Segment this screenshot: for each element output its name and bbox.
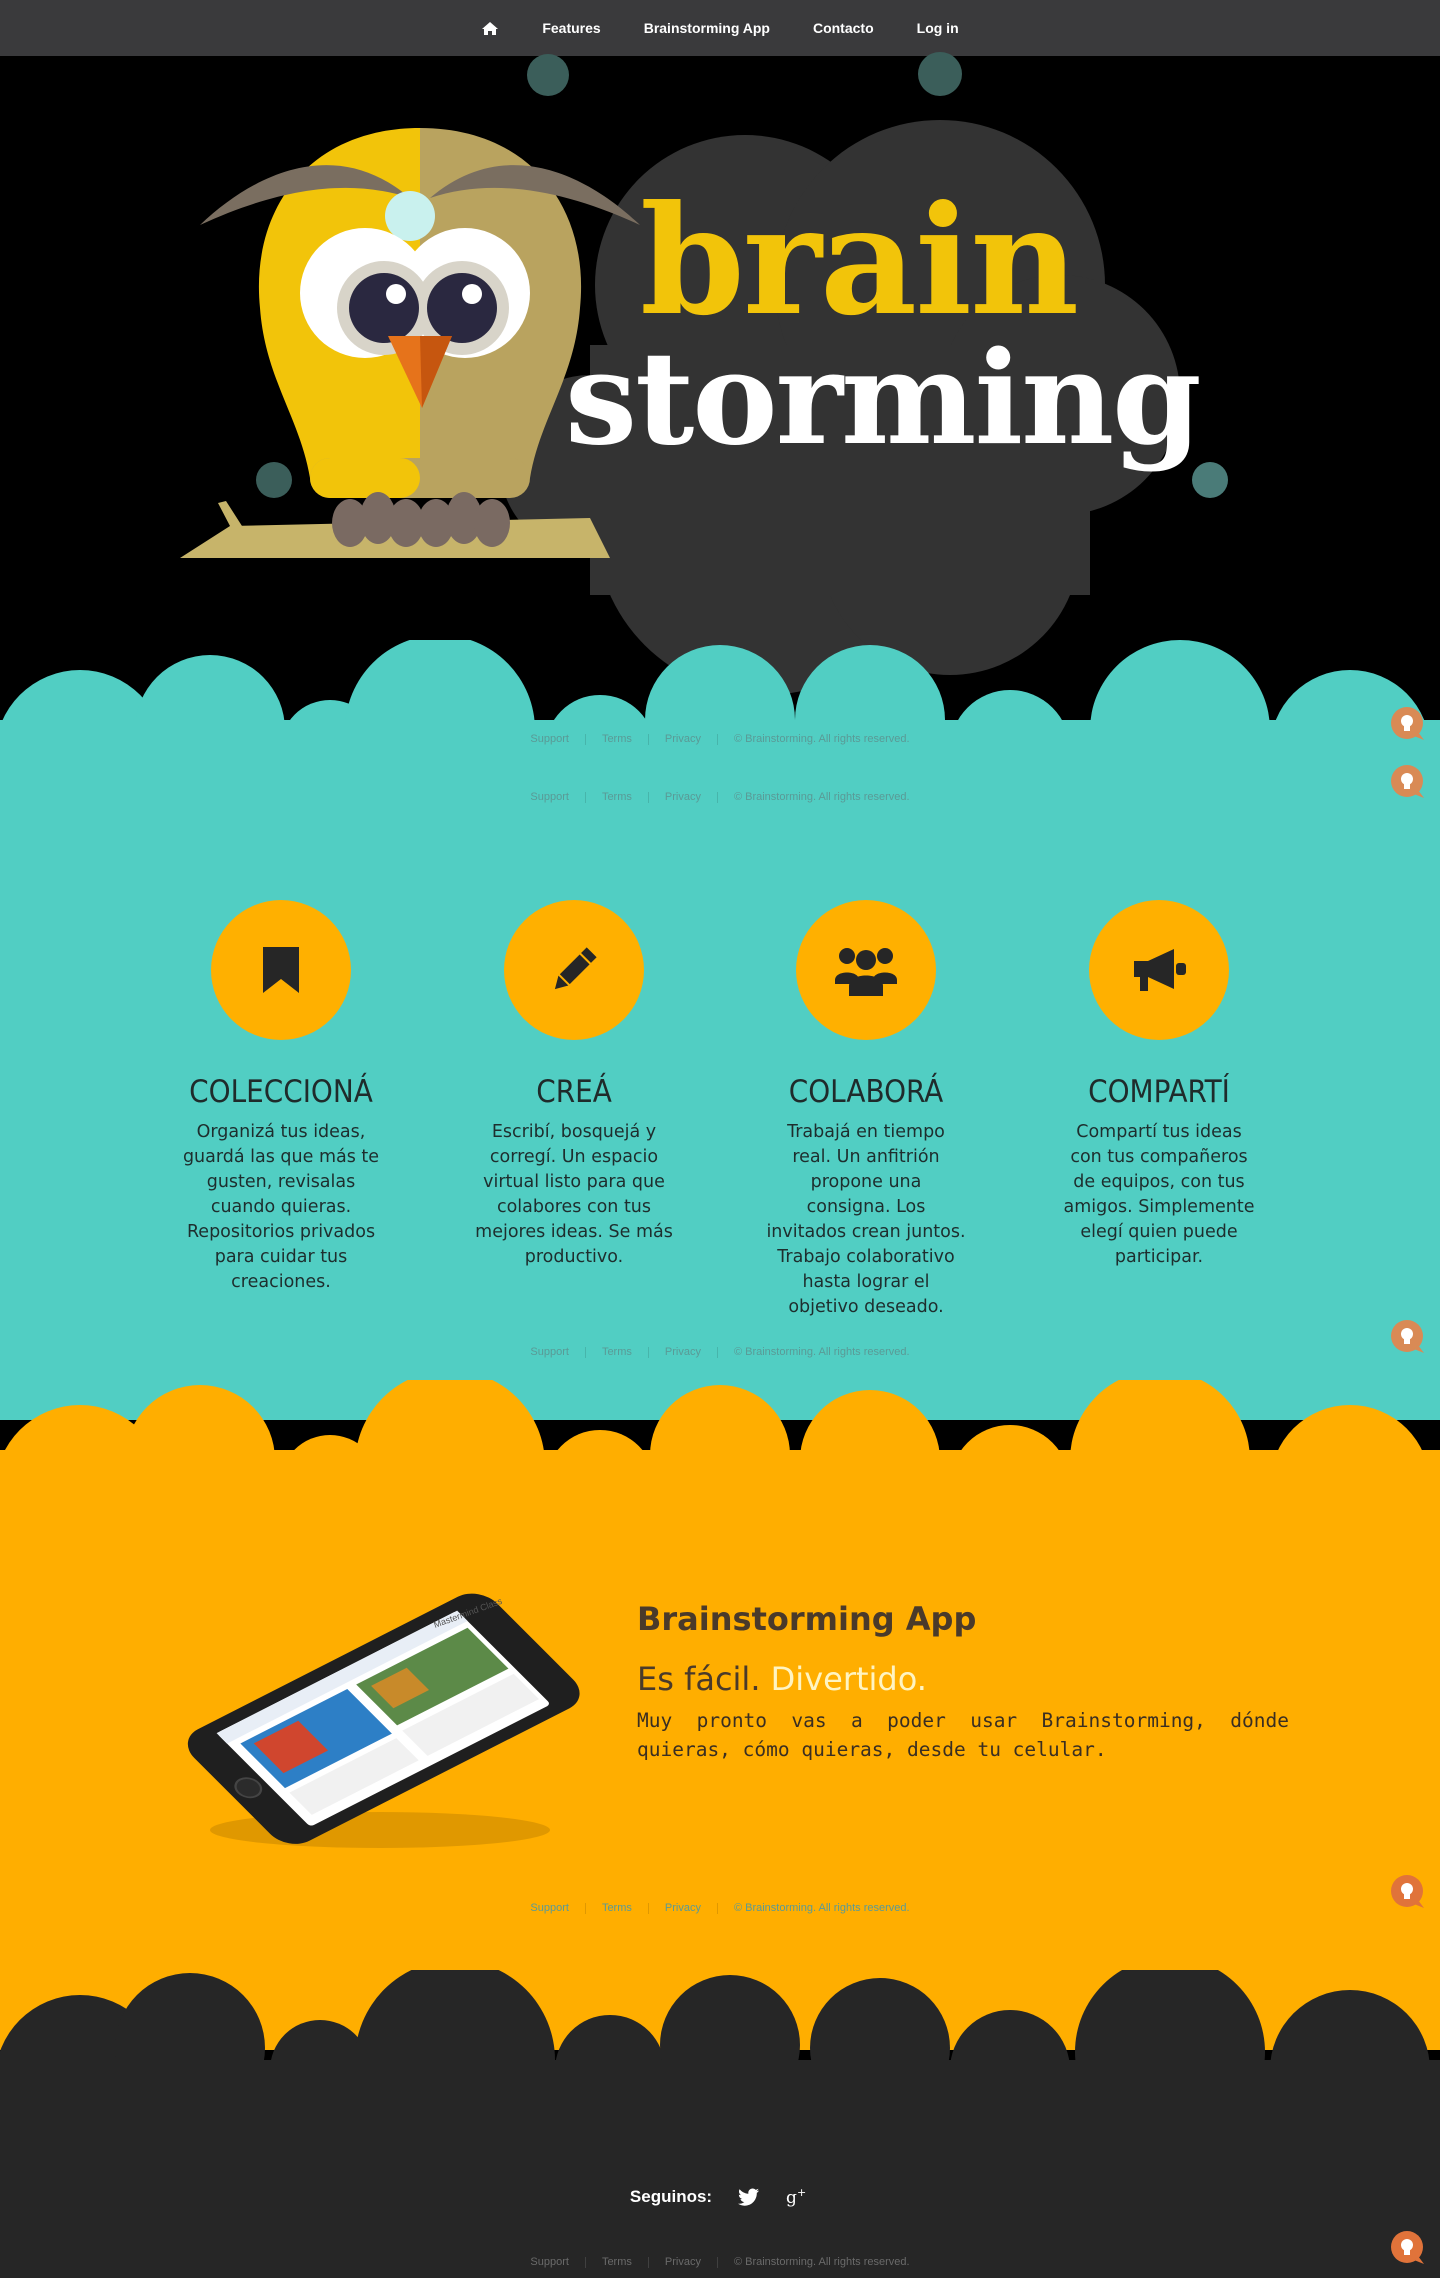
megaphone-icon [1134, 949, 1186, 991]
nav-contacto[interactable]: Contacto [813, 20, 874, 36]
nav-brainstorming-app[interactable]: Brainstorming App [644, 20, 770, 36]
privacy-link[interactable]: Privacy [665, 1346, 701, 1358]
support-link[interactable]: Support [530, 791, 569, 803]
lightbulb-icon[interactable] [1390, 1874, 1426, 1910]
footer-links: Support Terms Privacy © Brainstorming. All … [0, 1346, 1440, 1358]
feature-text: Trabajá en tiempo real. Un anfitrión pro… [766, 1122, 966, 1317]
terms-link[interactable]: Terms [602, 791, 632, 803]
copyright-text: © Brainstorming. All rights reserved. [733, 2256, 910, 2268]
app-subtitle-plain: Es fácil. [637, 1660, 761, 1698]
lightbulb-icon[interactable] [1390, 706, 1426, 742]
feature-title: CREÁ [536, 1074, 612, 1110]
follow-label: Seguinos: [629, 2187, 713, 2206]
footer-links: Support Terms Privacy © Brainstorming. All … [0, 733, 1440, 745]
decor-dot [527, 54, 569, 96]
privacy-link[interactable]: Privacy [665, 2256, 701, 2268]
feature-comparti: COMPARTÍ Compartí tus ideas con tus comp… [1049, 900, 1269, 1270]
app-description: Muy pronto vas a poder usar Brainstormin… [637, 1709, 1289, 1761]
support-link[interactable]: Support [530, 2256, 569, 2268]
feature-title: COLECCIONÁ [189, 1074, 373, 1110]
feature-icon-circle [211, 900, 351, 1040]
feature-colabora: COLABORÁ Trabajá en tiempo real. Un anfi… [756, 900, 976, 1320]
terms-link[interactable]: Terms [602, 2256, 632, 2268]
footer-links: Support Terms Privacy © Brainstorming. All … [0, 1902, 1440, 1914]
feature-icon-circle [1089, 900, 1229, 1040]
feature-title: COLABORÁ [788, 1074, 944, 1110]
privacy-link[interactable]: Privacy [665, 791, 701, 803]
feature-colecciona: COLECCIONÁ Organizá tus ideas, guardá la… [171, 900, 391, 1295]
footer-links: Support Terms Privacy © Brainstorming. All … [0, 791, 1440, 803]
copyright-text: © Brainstorming. All rights reserved. [733, 791, 910, 803]
feature-icon-circle [504, 900, 644, 1040]
terms-link[interactable]: Terms [602, 733, 632, 745]
feature-crea: CREÁ Escribí, bosquejá y corregí. Un esp… [464, 900, 684, 1270]
footer-links: Support Terms Privacy © Brainstorming. All … [0, 2256, 1440, 2268]
support-link[interactable]: Support [530, 1346, 569, 1358]
social-follow: Seguinos: g + [0, 2186, 1440, 2208]
navbar: Features Brainstorming App Contacto Log … [0, 0, 1440, 57]
lightbulb-icon[interactable] [1390, 764, 1426, 800]
support-link[interactable]: Support [530, 1902, 569, 1914]
copyright-text: © Brainstorming. All rights reserved. [733, 1346, 910, 1358]
footer-section [0, 2060, 1440, 2278]
svg-text:g: g [786, 2188, 797, 2208]
support-link[interactable]: Support [530, 733, 569, 745]
nav-menu: Features Brainstorming App Contacto Log … [0, 0, 1440, 56]
bookmark-icon [263, 947, 299, 993]
feature-text: Organizá tus ideas, guardá las que más t… [182, 1122, 380, 1292]
google-plus-icon[interactable]: g + [786, 2186, 810, 2208]
twitter-icon[interactable] [738, 2188, 760, 2206]
decor-dot [918, 52, 962, 96]
app-subtitle: Es fácil. Divertido. [637, 1660, 927, 1698]
copyright-text: © Brainstorming. All rights reserved. [733, 1902, 910, 1914]
app-title: Brainstorming App [637, 1600, 977, 1638]
nav-login[interactable]: Log in [917, 20, 959, 36]
lightbulb-icon[interactable] [1390, 2230, 1426, 2266]
svg-text:+: + [797, 2186, 806, 2199]
terms-link[interactable]: Terms [602, 1902, 632, 1914]
home-icon[interactable] [481, 21, 499, 36]
feature-title: COMPARTÍ [1088, 1074, 1230, 1110]
privacy-link[interactable]: Privacy [665, 1902, 701, 1914]
nav-features[interactable]: Features [542, 20, 600, 36]
group-icon [835, 948, 897, 996]
logo-storming: storming [565, 324, 1202, 474]
feature-text: Escribí, bosquejá y corregí. Un espacio … [475, 1122, 673, 1267]
feature-text: Compartí tus ideas con tus compañeros de… [1063, 1122, 1255, 1267]
app-subtitle-highlight: Divertido. [770, 1660, 927, 1698]
phone-illustration: Mastermind Class [187, 1593, 580, 1848]
terms-link[interactable]: Terms [602, 1346, 632, 1358]
copyright-text: © Brainstorming. All rights reserved. [733, 733, 910, 745]
pencil-icon [554, 947, 597, 990]
feature-icon-circle [796, 900, 936, 1040]
logo-brain: brain [640, 173, 1079, 349]
privacy-link[interactable]: Privacy [665, 733, 701, 745]
lightbulb-icon[interactable] [1390, 1319, 1426, 1355]
